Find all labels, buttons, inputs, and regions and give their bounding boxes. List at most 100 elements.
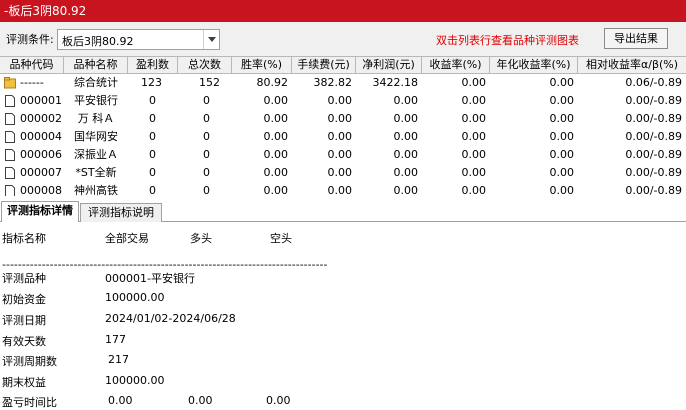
column-header[interactable]: 净利润(元)	[356, 57, 422, 74]
cell-code: 000001	[20, 94, 62, 107]
table-row[interactable]: ------ 综合统计 123 152 80.92 382.82 3422.18…	[0, 75, 686, 91]
cell-wins: 123	[141, 76, 162, 89]
cell-relative-return: 0.00/-0.89	[625, 166, 682, 179]
cell-relative-return: 0.00/-0.89	[625, 112, 682, 125]
document-icon	[5, 95, 15, 107]
table-row[interactable]: 000006 深振业Ａ 0 0 0.00 0.00 0.00 0.00 0.00…	[0, 147, 686, 163]
header-short: 空头	[270, 232, 292, 245]
column-header[interactable]: 年化收益率(%)	[490, 57, 578, 74]
cell-return: 0.00	[461, 130, 487, 143]
folder-icon	[4, 77, 16, 89]
table-row[interactable]: 000001 平安银行 0 0 0.00 0.00 0.00 0.00 0.00…	[0, 93, 686, 109]
metric-value-long: 0.00	[188, 394, 213, 407]
cell-annual-return: 0.00	[549, 148, 575, 161]
column-header[interactable]: 盈利数	[128, 57, 178, 74]
cell-return: 0.00	[461, 148, 487, 161]
condition-select[interactable]: 板后3阴80.92	[57, 29, 220, 50]
cell-total: 0	[203, 166, 210, 179]
hint-text: 双击列表行查看品种评测图表	[436, 34, 579, 47]
metric-details-panel: 指标名称 全部交易 多头 空头 ------------------------…	[0, 222, 686, 410]
cell-profit: 0.00	[393, 130, 419, 143]
cell-return: 0.00	[461, 184, 487, 196]
cell-name: 综合统计	[74, 76, 118, 89]
cell-total: 0	[203, 112, 210, 125]
cell-fee: 0.00	[327, 184, 353, 196]
column-header[interactable]: 胜率(%)	[232, 57, 292, 74]
cell-profit: 0.00	[393, 184, 419, 196]
document-icon	[5, 185, 15, 196]
header-all-trades: 全部交易	[105, 232, 149, 245]
column-header[interactable]: 相对收益率α/β(%)	[578, 57, 686, 74]
cell-code: ------	[20, 76, 44, 89]
cell-wins: 0	[149, 112, 156, 125]
metric-value: 2024/01/02-2024/06/28	[105, 312, 236, 325]
table-row[interactable]: 000007 *ST全新 0 0 0.00 0.00 0.00 0.00 0.0…	[0, 165, 686, 181]
cell-annual-return: 0.00	[549, 94, 575, 107]
cell-code: 000002	[20, 112, 62, 125]
cell-fee: 0.00	[327, 148, 353, 161]
metric-label: 评测周期数	[2, 355, 57, 368]
cell-profit: 0.00	[393, 148, 419, 161]
cell-wins: 0	[149, 94, 156, 107]
metric-value: 217	[108, 353, 129, 366]
cell-code: 000007	[20, 166, 62, 179]
column-header[interactable]: 总次数	[178, 57, 232, 74]
column-header[interactable]: 品种名称	[64, 57, 128, 74]
cell-code: 000008	[20, 184, 62, 196]
cell-fee: 382.82	[313, 76, 353, 89]
column-header[interactable]: 品种代码	[0, 57, 64, 74]
cell-name: 平安银行	[74, 94, 118, 107]
detail-tab-bar: 评测指标详情 评测指标说明	[0, 200, 686, 223]
document-icon	[5, 113, 15, 125]
tab-metric-details[interactable]: 评测指标详情	[1, 201, 79, 223]
cell-profit: 0.00	[393, 112, 419, 125]
header-metric-name: 指标名称	[2, 232, 46, 245]
metric-label: 评测品种	[2, 272, 46, 285]
document-icon	[5, 149, 15, 161]
column-header[interactable]: 手续费(元)	[292, 57, 356, 74]
column-header[interactable]: 收益率(%)	[422, 57, 490, 74]
cell-return: 0.00	[461, 94, 487, 107]
cell-name: 神州高铁	[74, 184, 118, 196]
cell-annual-return: 0.00	[549, 166, 575, 179]
cell-winrate: 80.92	[256, 76, 289, 89]
chevron-down-icon[interactable]	[203, 30, 219, 49]
document-icon	[5, 167, 15, 179]
cell-name: 深振业Ａ	[74, 148, 118, 161]
metric-label: 初始资金	[2, 293, 46, 306]
cell-fee: 0.00	[327, 166, 353, 179]
header-long: 多头	[190, 232, 212, 245]
metric-value: 100000.00	[105, 291, 165, 304]
cell-total: 0	[203, 130, 210, 143]
cell-relative-return: 0.00/-0.89	[625, 130, 682, 143]
cell-winrate: 0.00	[263, 94, 289, 107]
cell-total: 0	[203, 148, 210, 161]
document-icon	[5, 131, 15, 143]
cell-total: 0	[203, 184, 210, 196]
cell-code: 000004	[20, 130, 62, 143]
cell-relative-return: 0.00/-0.89	[625, 148, 682, 161]
cell-fee: 0.00	[327, 130, 353, 143]
cell-relative-return: 0.00/-0.89	[625, 94, 682, 107]
cell-wins: 0	[149, 166, 156, 179]
cell-total: 152	[199, 76, 220, 89]
condition-select-value: 板后3阴80.92	[62, 35, 134, 48]
cell-return: 0.00	[461, 112, 487, 125]
metric-label: 盈亏时间比	[2, 396, 57, 409]
tab-metric-description[interactable]: 评测指标说明	[80, 203, 162, 222]
cell-annual-return: 0.00	[549, 76, 575, 89]
cell-fee: 0.00	[327, 112, 353, 125]
table-row[interactable]: 000002 万 科Ａ 0 0 0.00 0.00 0.00 0.00 0.00…	[0, 111, 686, 127]
export-results-button[interactable]: 导出结果	[604, 28, 668, 49]
metric-value: 100000.00	[105, 374, 165, 387]
cell-wins: 0	[149, 184, 156, 196]
cell-name: 万 科Ａ	[77, 112, 115, 125]
table-row[interactable]: 000008 神州高铁 0 0 0.00 0.00 0.00 0.00 0.00…	[0, 183, 686, 196]
cell-annual-return: 0.00	[549, 184, 575, 196]
table-row[interactable]: 000004 国华网安 0 0 0.00 0.00 0.00 0.00 0.00…	[0, 129, 686, 145]
cell-return: 0.00	[461, 76, 487, 89]
cell-name: *ST全新	[75, 166, 117, 179]
results-table[interactable]: 品种代码 品种名称 盈利数 总次数 胜率(%) 手续费(元) 净利润(元) 收益…	[0, 56, 686, 196]
metric-value: 0.00	[108, 394, 133, 407]
cell-code: 000006	[20, 148, 62, 161]
